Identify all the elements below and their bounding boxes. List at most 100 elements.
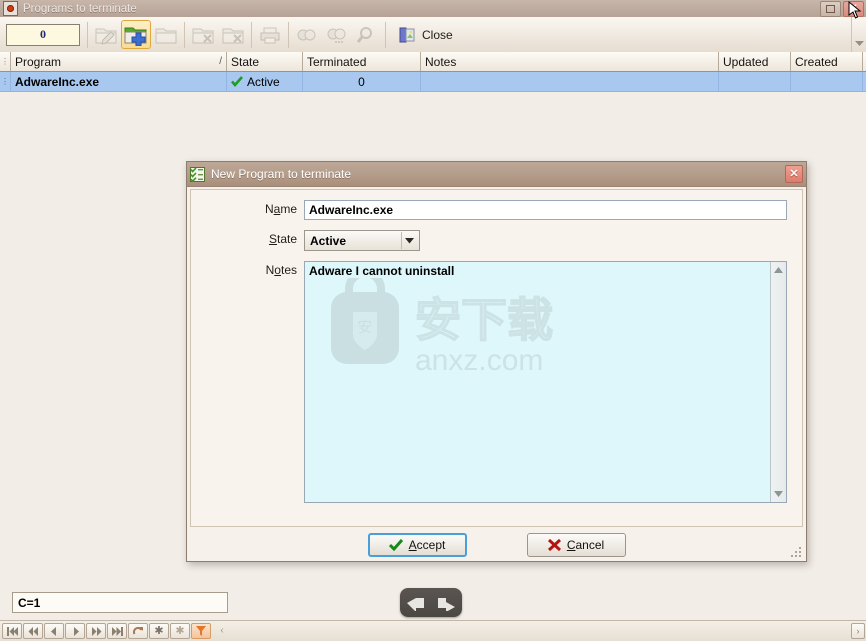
copy-shapes-icon [297, 29, 316, 40]
notes-label-pre: N [265, 263, 275, 277]
print-button[interactable] [255, 20, 285, 49]
grid-header-updated[interactable]: Updated [719, 52, 791, 71]
notes-label-accel: o [274, 263, 281, 277]
main-toolbar: 0 Close [0, 16, 866, 53]
toolbar-separator [385, 21, 386, 48]
dialog-body: Name AdwareInc.exe State Active Notes Ad… [190, 189, 803, 527]
nav-prior-button[interactable] [44, 623, 64, 639]
nav-filter-button[interactable] [191, 623, 211, 639]
name-input[interactable]: AdwareInc.exe [304, 200, 787, 220]
checklist-icon [190, 166, 205, 182]
edit-record-button[interactable] [91, 20, 121, 49]
state-label-accel: S [268, 232, 277, 246]
dialog-close-button[interactable]: ✕ [785, 165, 803, 183]
close-button[interactable]: Close [389, 20, 462, 49]
new-program-dialog: New Program to terminate ✕ Name AdwareIn… [186, 161, 807, 562]
table-row[interactable]: ⋮ AdwareInc.exe Active 0 [0, 72, 866, 92]
cancel-button-label: Cancel [567, 538, 604, 552]
cancel-button[interactable]: Cancel [526, 532, 626, 557]
door-exit-icon [399, 27, 415, 42]
accept-button[interactable]: Accept [367, 532, 467, 557]
grid-header-row: ⋮ Program / State Terminated Notes Updat… [0, 52, 866, 72]
delete-folder-icon [192, 28, 214, 43]
mouse-cursor [848, 1, 862, 19]
nav-last-button[interactable] [107, 623, 127, 639]
cancel-post: ancel [575, 537, 605, 552]
nav-next-button[interactable] [65, 623, 85, 639]
svg-text:安: 安 [357, 318, 372, 336]
green-check-icon [231, 76, 243, 87]
grid-header-program[interactable]: Program / [11, 52, 227, 71]
record-navigator: ✱ ✱ ‹ › [0, 620, 866, 641]
copy-button[interactable] [292, 20, 322, 49]
copy-multi-shapes-icon [327, 28, 346, 43]
state-select[interactable]: Active [304, 230, 420, 251]
next-record-icon [73, 626, 79, 636]
delete-all-button[interactable] [218, 20, 248, 49]
name-label-post: me [280, 202, 297, 216]
filter-funnel-icon [196, 626, 206, 636]
grid-header-gutter: ⋮ [0, 52, 11, 71]
window-title: Programs to terminate [23, 2, 137, 15]
grid-header-notes[interactable]: Notes [421, 52, 719, 71]
new-record-button[interactable] [121, 20, 151, 49]
record-counter: 0 [6, 23, 80, 46]
row-gutter: ⋮ [0, 72, 11, 91]
new-folder-plus-icon [124, 27, 147, 46]
cell-created [791, 72, 863, 91]
scroll-down-icon[interactable] [771, 487, 786, 501]
notes-scrollbar[interactable] [770, 262, 786, 502]
grid-header-terminated[interactable]: Terminated [303, 52, 421, 71]
accept-post: ccept [416, 537, 446, 552]
notes-label-post: tes [280, 263, 297, 277]
first-record-icon [6, 626, 18, 636]
open-folder-icon [155, 28, 177, 43]
nav-insert-button[interactable]: ✱ [149, 623, 169, 639]
cell-terminated: 0 [303, 72, 421, 91]
nav-expand-glyph: › [856, 626, 860, 636]
grid-header-state[interactable]: State [227, 52, 303, 71]
left-arrow-icon[interactable] [406, 595, 430, 611]
right-arrow-icon[interactable] [432, 595, 456, 611]
cell-state-label: Active [247, 74, 280, 89]
toolbar-overflow-button[interactable] [851, 16, 866, 53]
delete-folder-x-icon [222, 28, 244, 43]
state-label-post: tate [276, 232, 297, 246]
nav-first-button[interactable] [2, 623, 22, 639]
nav-next-page-button[interactable] [86, 623, 106, 639]
accept-accel: A [408, 537, 417, 552]
nav-expand-button[interactable]: › [851, 623, 865, 639]
navigator-filler [233, 623, 866, 639]
cell-state: Active [227, 72, 303, 91]
printer-icon [260, 27, 280, 43]
arrow-pad[interactable] [400, 588, 462, 617]
red-x-icon [547, 538, 561, 551]
nav-insert-alt-button[interactable]: ✱ [170, 623, 190, 639]
status-field[interactable]: C=1 [12, 592, 228, 613]
notes-label: Notes [191, 261, 304, 280]
close-button-label: Close [422, 27, 453, 42]
search-button[interactable] [352, 20, 382, 49]
open-record-button[interactable] [151, 20, 181, 49]
cell-notes [421, 72, 719, 91]
name-label: Name [191, 200, 304, 219]
svg-text:安下载: 安下载 [415, 293, 553, 347]
state-select-value: Active [310, 233, 347, 248]
sort-indicator: / [219, 56, 222, 67]
prior-page-icon [28, 626, 38, 636]
cell-program: AdwareInc.exe [11, 72, 227, 91]
toolbar-separator [251, 21, 252, 48]
nav-collapse-button[interactable]: ‹ [212, 623, 232, 639]
scroll-up-icon[interactable] [771, 263, 786, 277]
delete-record-button[interactable] [188, 20, 218, 49]
accept-button-label: Accept [409, 538, 446, 552]
notes-textarea[interactable]: Adware I cannot uninstall 安 安下载 anxz.com [304, 261, 787, 503]
dialog-titlebar: New Program to terminate ✕ [187, 162, 806, 187]
grid-header-created[interactable]: Created [791, 52, 863, 71]
green-check-icon [388, 538, 403, 551]
copy-multi-button[interactable] [322, 20, 352, 49]
restore-button[interactable] [820, 0, 841, 17]
nav-refresh-button[interactable] [128, 623, 148, 639]
resize-grip-icon[interactable] [791, 547, 803, 559]
nav-prior-page-button[interactable] [23, 623, 43, 639]
